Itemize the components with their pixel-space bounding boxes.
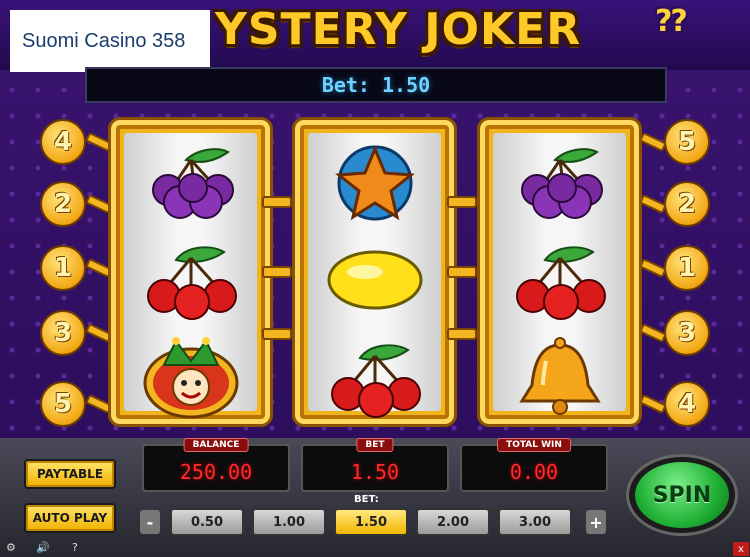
payline-coin-left-4: 3 [40, 310, 86, 356]
payline-coin-right-2: 2 [664, 181, 710, 227]
bet-option-1.00[interactable]: 1.00 [252, 508, 326, 536]
spin-button[interactable]: SPIN [635, 462, 729, 528]
bet-value: 1.50 [350, 460, 400, 484]
reel-1 [108, 117, 273, 427]
payline-connector [447, 196, 477, 208]
star-symbol [308, 133, 441, 231]
autoplay-button[interactable]: AUTO PLAY [24, 503, 116, 533]
payline-connector [262, 196, 292, 208]
bet-display-bar: Bet: 1.50 [85, 67, 667, 103]
reel-3 [477, 117, 642, 427]
reel-2 [292, 117, 457, 427]
payline-coin-left-1: 4 [40, 119, 86, 165]
plum-symbol [124, 133, 257, 231]
bet-label: BET [356, 438, 394, 452]
total-win-label: TOTAL WIN [497, 438, 571, 452]
gear-icon[interactable]: ⚙ [6, 541, 16, 554]
plum-symbol [493, 133, 626, 231]
game-title: YSTERY JOKER [215, 4, 582, 55]
payline-coin-right-3: 1 [664, 245, 710, 291]
payline-coin-right-5: 4 [664, 381, 710, 427]
bet-option-0.50[interactable]: 0.50 [170, 508, 244, 536]
bet-decrease-button[interactable]: - [140, 510, 160, 534]
bet-increase-button[interactable]: + [586, 510, 606, 534]
brand-overlay: Suomi Casino 358 [10, 10, 210, 72]
payline-coin-right-1: 5 [664, 119, 710, 165]
payline-connector [447, 328, 477, 340]
payline-coin-left-5: 5 [40, 381, 86, 427]
paytable-button[interactable]: PAYTABLE [24, 459, 116, 489]
close-button[interactable]: x [733, 542, 749, 556]
bet-option-3.00[interactable]: 3.00 [498, 508, 572, 536]
balance-label: BALANCE [183, 438, 249, 452]
cherry-symbol [124, 231, 257, 329]
payline-coin-right-4: 3 [664, 310, 710, 356]
bet-option-1.50[interactable]: 1.50 [334, 508, 408, 536]
payline-coin-left-2: 2 [40, 181, 86, 227]
joker-symbol [124, 329, 257, 427]
balance-value: 250.00 [179, 460, 253, 484]
bet-option-2.00[interactable]: 2.00 [416, 508, 490, 536]
payline-connector [262, 328, 292, 340]
payline-connector [447, 266, 477, 278]
bell-symbol [493, 329, 626, 427]
cherry-symbol [493, 231, 626, 329]
question-marks-decoration: ?? [655, 4, 688, 39]
cherry-symbol [308, 329, 441, 427]
speaker-icon[interactable]: 🔊 [36, 541, 50, 554]
spin-button-ring[interactable]: SPIN [626, 454, 738, 536]
payline-coin-left-3: 1 [40, 245, 86, 291]
lemon-symbol [308, 231, 441, 329]
bet-selector-label: BET: [354, 494, 379, 505]
total-win-meter: TOTAL WIN 0.00 [460, 438, 608, 492]
balance-meter: BALANCE 250.00 [142, 438, 290, 492]
bet-meter: BET 1.50 [301, 438, 449, 492]
bet-display: Bet: 1.50 [321, 73, 431, 97]
help-button[interactable]: ? [72, 541, 78, 554]
payline-connector [262, 266, 292, 278]
total-win-value: 0.00 [509, 460, 559, 484]
